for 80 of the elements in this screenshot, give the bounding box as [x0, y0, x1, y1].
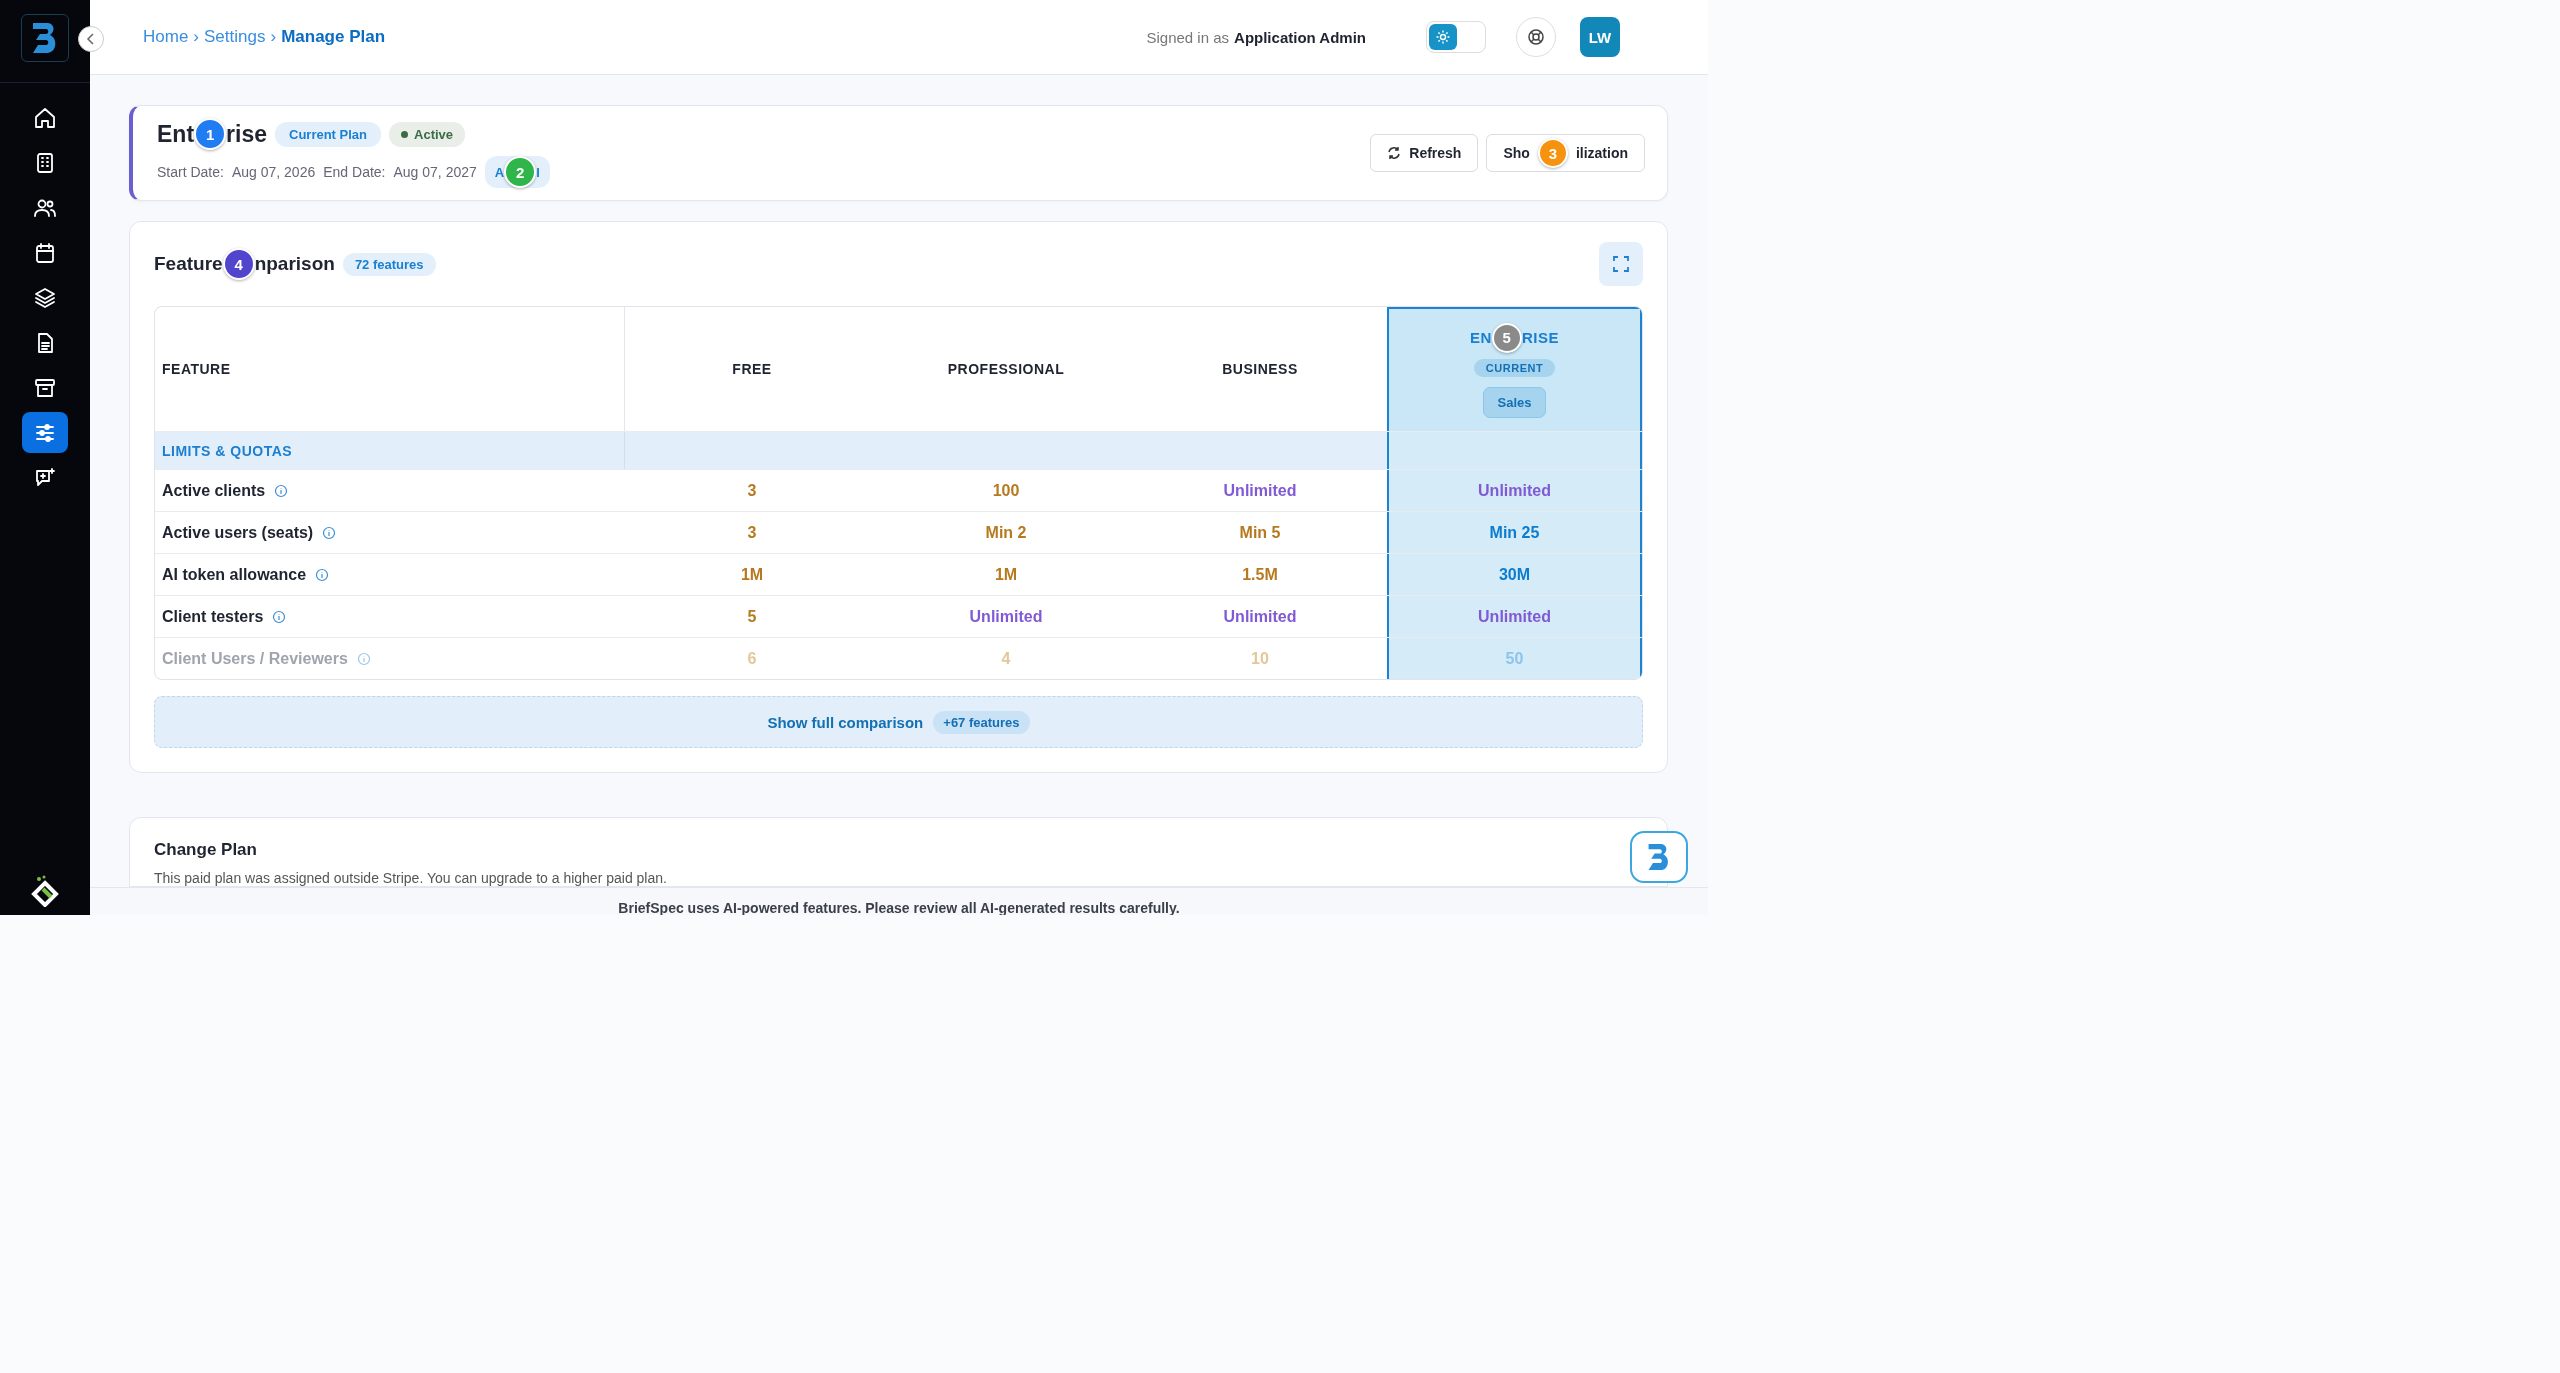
- table-cell: Unlimited: [1478, 607, 1551, 626]
- info-icon[interactable]: [315, 567, 330, 582]
- table-cell: 3: [747, 523, 757, 542]
- info-icon[interactable]: [322, 525, 337, 540]
- end-date-label: End Date:: [323, 164, 386, 180]
- table-cell: 1M: [994, 565, 1018, 584]
- table-cell: 3: [747, 481, 757, 500]
- section-label: LIMITS & QUOTAS: [155, 432, 625, 469]
- table-cell: Unlimited: [1223, 481, 1297, 500]
- plan-name: EN: [1470, 329, 1492, 346]
- start-date: Aug 07, 2026: [231, 164, 316, 180]
- expand-icon: [1613, 256, 1629, 272]
- feature-name: Active clients: [162, 481, 266, 500]
- sliders-icon[interactable]: [22, 412, 68, 453]
- section-description: This paid plan was assigned outside Stripe. You can upgrade to a higher paid plan.: [154, 870, 668, 886]
- plan-name: RISE: [1521, 329, 1559, 346]
- lifebuoy-icon: [1527, 28, 1545, 46]
- app-logo[interactable]: [21, 14, 69, 62]
- status-badge: Active: [389, 121, 466, 147]
- breadcrumb-link[interactable]: Manage Plan: [281, 27, 386, 47]
- step-marker: 2: [504, 156, 537, 188]
- step-marker: 1: [194, 118, 227, 150]
- feature-name: Client Users / Reviewers: [162, 649, 348, 668]
- sun-icon: [1436, 30, 1450, 44]
- fullscreen-button[interactable]: [1599, 242, 1643, 286]
- table-cell: 1.5M: [1242, 565, 1278, 584]
- billing-cycle-tag: A 2 l: [484, 156, 550, 188]
- table-cell: 1M: [740, 565, 764, 584]
- breadcrumb-link[interactable]: Settings: [204, 27, 266, 47]
- refresh-icon: [1387, 146, 1402, 160]
- user-name: Application Admin: [1234, 28, 1366, 46]
- breadcrumb-separator: ›: [270, 27, 277, 47]
- table-cell: 5: [747, 607, 757, 626]
- table-cell: Min 2: [985, 523, 1027, 542]
- section-title: Change Plan: [154, 840, 258, 860]
- table-cell: Min 25: [1489, 523, 1540, 542]
- signed-in-label: Signed in as: [1146, 28, 1230, 46]
- table-cell: 50: [1505, 649, 1524, 668]
- plan-tag: Current Plan: [275, 121, 381, 147]
- show-full-comparison-button[interactable]: Show full comparison +67 features: [154, 696, 1643, 748]
- help-button[interactable]: [1516, 17, 1556, 57]
- theme-toggle[interactable]: [1426, 21, 1486, 53]
- table-cell: 6: [747, 649, 757, 668]
- feature-name: Client testers: [162, 607, 264, 626]
- table-cell: 10: [1251, 649, 1269, 668]
- feature-name: AI token allowance: [162, 565, 307, 584]
- info-icon[interactable]: [274, 483, 289, 498]
- start-date-label: Start Date:: [157, 164, 224, 180]
- info-icon[interactable]: [272, 609, 287, 624]
- more-features-badge: +67 features: [933, 710, 1030, 734]
- current-tag: CURRENT: [1473, 358, 1556, 377]
- end-date: Aug 07, 2027: [393, 164, 477, 180]
- column-label: FREE: [732, 361, 772, 377]
- table-cell: 100: [992, 481, 1020, 500]
- show-utilization-button[interactable]: Sho 3 ilization: [1486, 134, 1645, 172]
- table-cell: 4: [1001, 649, 1011, 668]
- table-cell: Unlimited: [1223, 607, 1297, 626]
- breadcrumb-separator: ›: [193, 27, 200, 47]
- step-marker: 5: [1491, 322, 1522, 353]
- table-cell: Unlimited: [969, 607, 1043, 626]
- feature-count-badge: 72 features: [342, 252, 436, 276]
- column-label: BUSINESS: [1222, 361, 1298, 377]
- sales-button[interactable]: Sales: [1482, 386, 1547, 418]
- refresh-button[interactable]: Refresh: [1370, 134, 1479, 172]
- table-cell: 30M: [1498, 565, 1531, 584]
- column-label: FEATURE: [162, 361, 231, 377]
- feature-name: Active users (seats): [162, 523, 314, 542]
- plan-title: rise: [226, 120, 267, 148]
- chevron-left-icon: [86, 33, 96, 45]
- column-label: PROFESSIONAL: [947, 361, 1065, 377]
- section-title: Feature: [154, 253, 223, 275]
- assistant-chat-button[interactable]: [1630, 831, 1688, 883]
- footer-note: BriefSpec uses AI-powered features. Please review all AI-generated results carefully.: [90, 887, 1708, 915]
- table-cell: Min 5: [1239, 523, 1281, 542]
- user-avatar[interactable]: LW: [1580, 17, 1620, 57]
- table-cell: Unlimited: [1478, 481, 1551, 500]
- plan-title: Ent: [157, 120, 195, 148]
- breadcrumb-link[interactable]: Home: [143, 27, 189, 47]
- step-marker: 4: [222, 248, 255, 280]
- section-title: nparison: [254, 253, 335, 275]
